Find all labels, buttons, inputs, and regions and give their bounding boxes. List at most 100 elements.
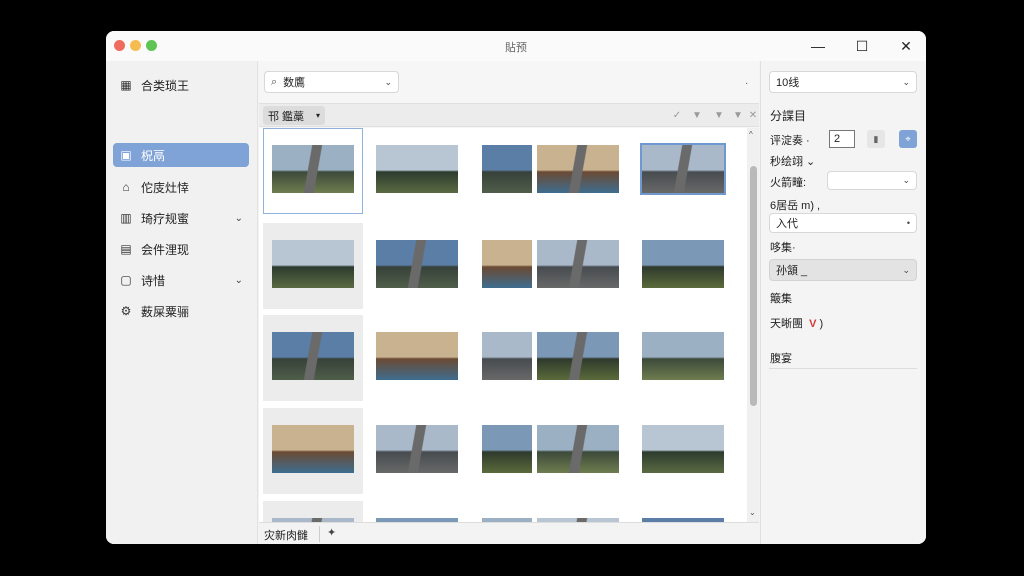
status-divider (319, 526, 320, 542)
rating-button[interactable]: ▮ (867, 130, 885, 148)
section-heading: 分諜目 (770, 109, 807, 123)
search-value: 数鷹 (283, 77, 306, 89)
sidebar-item-label: 薮屎粟骊 (141, 304, 190, 319)
tag-label: 簸集 (770, 293, 792, 305)
search-dropdown[interactable]: ⌕ 数鷹 ⌄ (264, 71, 399, 93)
photo-thumbnail[interactable] (376, 145, 458, 193)
change-label: 哆集· (770, 242, 796, 254)
photo-thumbnail[interactable] (640, 143, 726, 195)
photo-thumbnail[interactable] (272, 145, 354, 193)
sidebar-item-2[interactable]: ⌂ 佗庋灶悻 (113, 175, 249, 199)
close-icon[interactable]: ✕ (892, 35, 920, 57)
home-icon: ⌂ (122, 180, 130, 194)
status-text: 灾新肉雠 (264, 530, 308, 542)
panel-divider (769, 368, 917, 369)
photo-grid (259, 128, 747, 522)
rating-input[interactable]: 2 (829, 130, 855, 148)
photo-thumbnail[interactable] (537, 425, 619, 473)
title-bar: 貼预 — ☐ ✕ (106, 31, 926, 61)
change-select[interactable]: 孙頷 _ ⌄ (769, 259, 917, 281)
filter-icon[interactable]: ▼ (731, 109, 745, 123)
photo-thumbnail[interactable] (272, 240, 354, 288)
search-icon: ⌕ (271, 75, 278, 88)
filter-icon[interactable]: ▼ (690, 109, 704, 123)
weather-row: 天晰團 V ) (770, 315, 823, 331)
document-icon: ▤ (120, 242, 132, 256)
sidebar-item-5[interactable]: ▢ 诗惜 ⌄ (113, 268, 249, 292)
sidebar-item-3[interactable]: ▥ 琦疗规蜜 ⌄ (113, 206, 249, 230)
sort-button[interactable]: 邗 鑑藁 ▾ (263, 106, 325, 125)
weather-suffix: ) (819, 318, 824, 330)
sort-label: 邗 鑑藁 (268, 110, 305, 123)
size-value: 入代 (776, 218, 798, 230)
main-panel: ⌕ 数鷹 ⌄ · 邗 鑑藁 ▾ ✓ ▼ ▼ ▼ ✕ ^ ⌄ 灾新肉雠 ✦ (259, 61, 759, 544)
photo-thumbnail[interactable] (482, 425, 532, 473)
sidebar-item-label: 琦疗规蜜 (141, 211, 190, 226)
scrollbar[interactable]: ^ ⌄ (747, 128, 759, 522)
sidebar-item-label: 会件浬现 (141, 242, 190, 257)
close-icon[interactable]: ✕ (746, 109, 760, 123)
app-window: 貼预 — ☐ ✕ ▦ 合类琐王 ▣ 柷鬲 ⌂ 佗庋灶悻 ▥ 琦疗规蜜 ⌄ ▤ 会… (106, 31, 926, 544)
sidebar-item-label: 诗惜 (141, 273, 166, 288)
photo-thumbnail[interactable] (376, 332, 458, 380)
weather-mark-icon[interactable]: V (809, 318, 816, 330)
sidebar-item-label: 佗庋灶悻 (141, 180, 190, 195)
minimize-icon[interactable]: — (804, 35, 832, 57)
properties-panel: 10线 ⌄ 分諜目 评淀奏 · 2 ▮ ⌖ 秒绘翊 ⌄ 火箭疃: ⌄ 6居岳 m… (760, 61, 926, 544)
photo-thumbnail[interactable] (272, 425, 354, 473)
chevron-down-icon: ⌄ (234, 274, 243, 286)
photo-thumbnail[interactable] (376, 240, 458, 288)
grid-icon: ▦ (120, 78, 132, 92)
scroll-down-icon[interactable]: ⌄ (749, 508, 756, 517)
photo-thumbnail[interactable] (642, 425, 724, 473)
photo-thumbnail[interactable] (376, 425, 458, 473)
photo-thumbnail[interactable] (642, 240, 724, 288)
size-label: 6居岳 m) , (770, 200, 821, 212)
sidebar-item-4[interactable]: ▤ 会件浬现 (113, 237, 249, 261)
photo-thumbnail[interactable] (642, 332, 724, 380)
photo-thumbnail[interactable] (482, 240, 532, 288)
photo-thumbnail[interactable] (537, 145, 619, 193)
sub-toolbar: 邗 鑑藁 ▾ ✓ ▼ ▼ ▼ ✕ (259, 103, 759, 127)
check-icon[interactable]: ✓ (670, 109, 684, 123)
scrollbar-thumb[interactable] (750, 166, 757, 406)
photo-thumbnail[interactable] (482, 332, 532, 380)
chevron-down-icon: ⌄ (902, 76, 910, 87)
chart-icon: ▥ (120, 211, 132, 225)
sidebar-item-label: 合类琐王 (141, 78, 190, 93)
chevron-down-icon: ⌄ (234, 212, 243, 224)
window-title: 貼预 (505, 42, 527, 54)
pin-icon[interactable]: ✦ (327, 526, 336, 539)
sort-order-label[interactable]: 秒绘翊 ⌄ (770, 153, 815, 169)
filter-label: 火箭疃: (770, 177, 807, 189)
weather-label: 天晰團 (770, 318, 803, 330)
location-label: 腹宴 (770, 353, 792, 365)
photo-thumbnail[interactable] (272, 332, 354, 380)
top-select[interactable]: 10线 ⌄ (769, 71, 917, 93)
sidebar: ▦ 合类琐王 ▣ 柷鬲 ⌂ 佗庋灶悻 ▥ 琦疗规蜜 ⌄ ▤ 会件浬现 ▢ 诗惜 … (106, 61, 258, 544)
photo-thumbnail[interactable] (537, 240, 619, 288)
sidebar-item-0[interactable]: ▦ 合类琐王 (113, 73, 249, 97)
gear-icon: ⚙ (120, 304, 132, 318)
dot-icon: • (906, 218, 910, 228)
scroll-up-icon[interactable]: ^ (749, 130, 753, 139)
sidebar-item-6[interactable]: ⚙ 薮屎粟骊 (113, 299, 249, 323)
sidebar-item-label: 柷鬲 (141, 148, 166, 163)
toolbar-dot: · (745, 78, 749, 89)
chevron-down-icon: ⌄ (902, 175, 910, 185)
top-select-value: 10线 (776, 77, 800, 89)
chevron-down-icon: ⌄ (902, 264, 910, 275)
chevron-down-icon: ▾ (315, 111, 320, 120)
photo-thumbnail[interactable] (482, 145, 532, 193)
sidebar-item-1[interactable]: ▣ 柷鬲 (113, 143, 249, 167)
locate-icon[interactable]: ⌖ (899, 130, 917, 148)
filter-select[interactable]: ⌄ (827, 171, 917, 190)
size-field[interactable]: 入代 • (769, 213, 917, 233)
frame-icon: ▢ (120, 273, 132, 287)
rating-label: 评淀奏 · (770, 135, 810, 147)
gallery-icon: ▣ (120, 148, 132, 162)
filter-icon[interactable]: ▼ (712, 109, 726, 123)
maximize-icon[interactable]: ☐ (848, 35, 876, 57)
status-bar: 灾新肉雠 ✦ (259, 522, 759, 544)
photo-thumbnail[interactable] (537, 332, 619, 380)
